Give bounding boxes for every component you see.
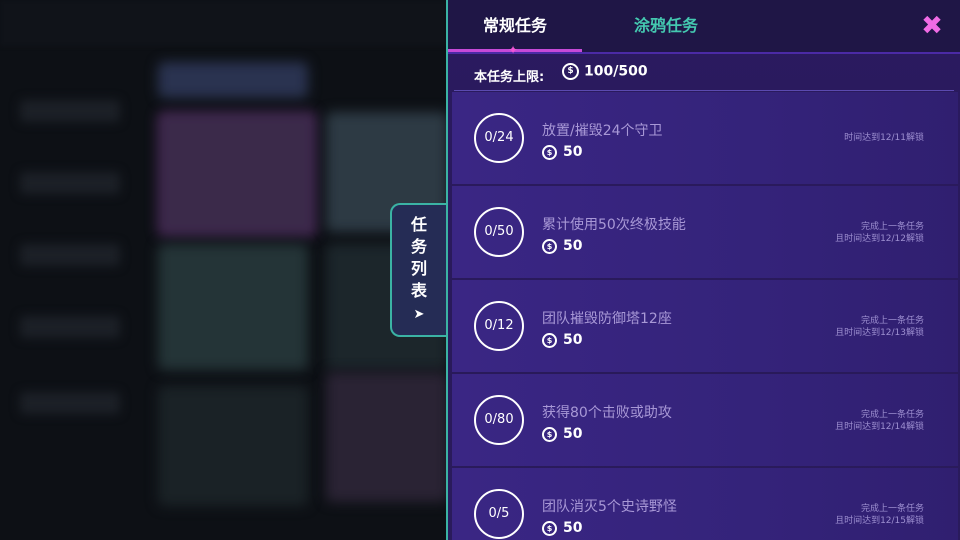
- background-card: [326, 372, 448, 502]
- task-progress: 0/80: [474, 395, 524, 445]
- background-nav-item: [20, 316, 120, 338]
- task-title: 获得80个击败或助攻: [542, 405, 672, 421]
- task-list-toggle-char: 列: [410, 259, 427, 278]
- tab-graffiti-tasks[interactable]: 涂鸦任务: [614, 0, 718, 52]
- task-row[interactable]: 0/50 累计使用50次终极技能 $50 完成上一条任务 且时间达到12/12解…: [452, 186, 958, 278]
- background-app: [0, 0, 448, 540]
- background-card: [158, 386, 308, 506]
- background-nav-item: [20, 244, 120, 266]
- task-unlock-note-line: 完成上一条任务: [860, 222, 924, 232]
- task-reward-value: 50: [563, 238, 583, 254]
- background-nav-item: [20, 100, 120, 122]
- task-unlock-note-line: 且时间达到12/12解锁: [835, 234, 924, 244]
- task-row[interactable]: 0/24 放置/摧毁24个守卫 $50 时间达到12/11解锁: [452, 92, 958, 184]
- task-row[interactable]: 0/12 团队摧毁防御塔12座 $50 完成上一条任务 且时间达到12/13解锁: [452, 280, 958, 372]
- background-card: [158, 112, 316, 236]
- background-card: [158, 244, 308, 370]
- task-reward: $50: [542, 238, 582, 254]
- task-unlock-note: 时间达到12/11解锁: [784, 132, 924, 144]
- task-unlock-note-line: 完成上一条任务: [860, 504, 924, 514]
- background-top-bar: [0, 0, 448, 46]
- task-list-toggle-char: 任: [410, 215, 427, 234]
- task-limit-label: 本任务上限:: [474, 70, 545, 85]
- active-tab-indicator-icon: ✦: [508, 43, 519, 57]
- coin-icon: $: [542, 238, 557, 254]
- task-reward: $50: [542, 520, 582, 536]
- task-unlock-note: 完成上一条任务 且时间达到12/15解锁: [784, 503, 924, 527]
- task-unlock-note-line: 且时间达到12/15解锁: [835, 516, 924, 526]
- task-row[interactable]: 0/5 团队消灭5个史诗野怪 $50 完成上一条任务 且时间达到12/15解锁: [452, 468, 958, 540]
- task-reward-value: 50: [563, 426, 583, 442]
- task-row[interactable]: 0/80 获得80个击败或助攻 $50 完成上一条任务 且时间达到12/14解锁: [452, 374, 958, 466]
- task-unlock-note: 完成上一条任务 且时间达到12/13解锁: [784, 315, 924, 339]
- task-limit-value: 100/500: [584, 63, 648, 80]
- background-nav-item: [20, 172, 120, 194]
- task-title: 累计使用50次终极技能: [542, 217, 686, 233]
- task-limit-bar: 本任务上限: $100/500: [454, 56, 954, 91]
- task-panel: 常规任务 ✦ 涂鸦任务 ✖ 本任务上限: $100/500 0/24 放置/摧毁…: [446, 0, 960, 540]
- task-progress: 0/5: [474, 489, 524, 539]
- task-unlock-note-line: 且时间达到12/14解锁: [835, 422, 924, 432]
- arrow-icon: ➤: [413, 307, 425, 322]
- task-progress: 0/50: [474, 207, 524, 257]
- task-reward-value: 50: [563, 520, 583, 536]
- coin-icon: $: [542, 520, 557, 536]
- task-unlock-note-line: 完成上一条任务: [860, 316, 924, 326]
- task-list-toggle-char: 表: [410, 281, 427, 300]
- coin-icon: $: [542, 332, 557, 348]
- coin-icon: $: [562, 63, 579, 80]
- task-limit-value-wrap: $100/500: [562, 63, 648, 80]
- close-icon[interactable]: ✖: [920, 13, 944, 39]
- coin-icon: $: [542, 144, 557, 160]
- task-tabs: 常规任务 ✦ 涂鸦任务 ✖: [448, 0, 960, 57]
- task-unlock-note-line: 时间达到12/11解锁: [844, 133, 924, 143]
- task-reward-value: 50: [563, 144, 583, 160]
- task-unlock-note-line: 完成上一条任务: [860, 410, 924, 420]
- task-title: 团队消灭5个史诗野怪: [542, 499, 677, 515]
- background-heading: [158, 62, 308, 98]
- task-unlock-note: 完成上一条任务 且时间达到12/12解锁: [784, 221, 924, 245]
- task-title: 放置/摧毁24个守卫: [542, 123, 663, 139]
- task-list[interactable]: 0/24 放置/摧毁24个守卫 $50 时间达到12/11解锁 0/50 累计使…: [452, 92, 958, 540]
- task-title: 团队摧毁防御塔12座: [542, 311, 672, 327]
- task-list-toggle-char: 务: [410, 237, 427, 256]
- task-reward: $50: [542, 426, 582, 442]
- task-reward: $50: [542, 144, 582, 160]
- task-progress: 0/24: [474, 113, 524, 163]
- background-nav-item: [20, 392, 120, 414]
- coin-icon: $: [542, 426, 557, 442]
- task-reward: $50: [542, 332, 582, 348]
- task-unlock-note-line: 且时间达到12/13解锁: [835, 328, 924, 338]
- task-list-toggle-button[interactable]: 任 务 列 表 ➤: [390, 203, 446, 337]
- task-unlock-note: 完成上一条任务 且时间达到12/14解锁: [784, 409, 924, 433]
- task-reward-value: 50: [563, 332, 583, 348]
- task-progress: 0/12: [474, 301, 524, 351]
